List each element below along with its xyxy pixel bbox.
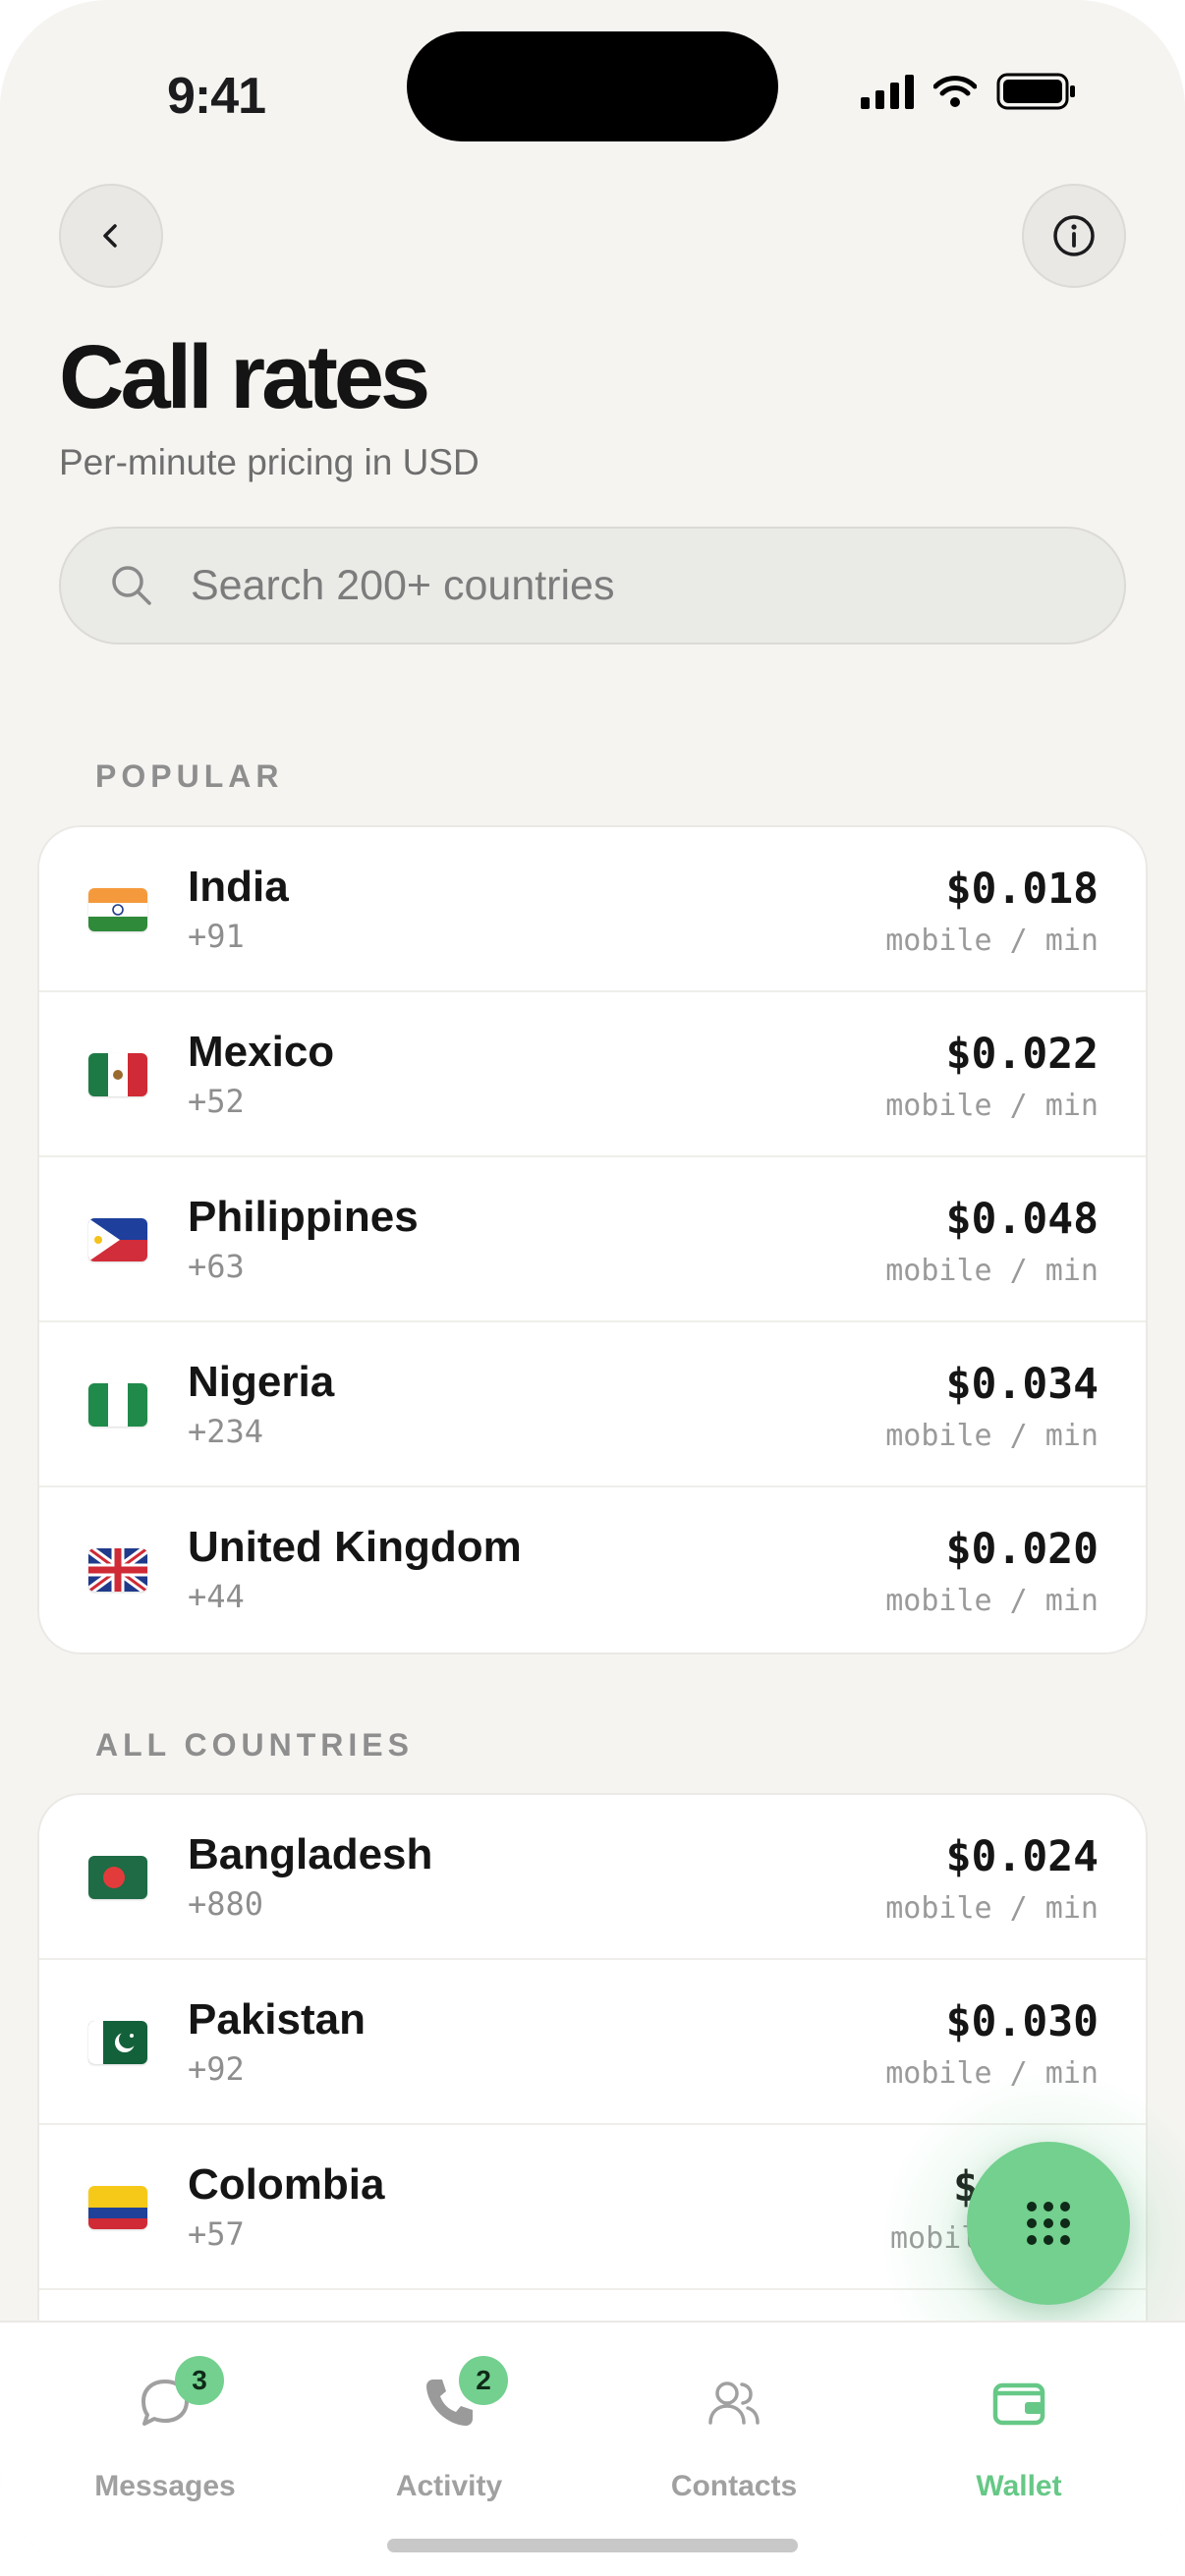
home-indicator <box>387 2539 798 2552</box>
country-row-mexico[interactable]: Mexico +52 $0.022 mobile / min <box>39 992 1146 1157</box>
status-time: 9:41 <box>167 68 266 125</box>
status-icons <box>861 73 1077 110</box>
back-button[interactable] <box>59 184 163 288</box>
tab-contacts[interactable]: Contacts <box>616 2323 852 2519</box>
country-name: Nigeria <box>188 1358 335 1406</box>
tab-wallet[interactable]: Wallet <box>901 2323 1137 2519</box>
wallet-icon <box>992 2382 1045 2426</box>
rate-unit: mobile / min <box>885 924 1099 958</box>
country-code: +91 <box>188 918 245 955</box>
phone-screen: 9:41 Call rates Per-minute pricing in US… <box>0 0 1185 2576</box>
rate-value: $0.018 <box>945 865 1099 914</box>
rate-unit: mobile / min <box>885 1089 1099 1123</box>
chevron-left-icon <box>103 224 117 248</box>
rate-value: $0.030 <box>945 1997 1099 2046</box>
country-name: Pakistan <box>188 1995 366 2044</box>
info-icon <box>1053 215 1095 256</box>
activity-badge: 2 <box>459 2356 508 2405</box>
rate-value: $0.020 <box>945 1525 1099 1574</box>
india-flag-icon <box>88 888 147 931</box>
country-row-india[interactable]: India +91 $0.018 mobile / min <box>39 827 1146 992</box>
tab-label: Contacts <box>670 2470 798 2502</box>
section-label-all-countries: ALL COUNTRIES <box>95 1727 414 1763</box>
philippines-flag-icon <box>88 1218 147 1261</box>
rate-unit: mobile / min <box>885 1419 1099 1453</box>
cellular-signal-icon <box>861 74 914 109</box>
messages-badge: 3 <box>175 2356 224 2405</box>
rate-unit: mobile / min <box>885 1254 1099 1288</box>
tab-bar: 3 Messages 2 Activity Contacts Wallet <box>0 2321 1185 2576</box>
country-row-nigeria[interactable]: Nigeria +234 $0.034 mobile / min <box>39 1322 1146 1487</box>
country-name: Colombia <box>188 2160 385 2209</box>
colombia-flag-icon <box>88 2186 147 2229</box>
country-name: Philippines <box>188 1193 419 1241</box>
rate-value: $0.022 <box>945 1030 1099 1079</box>
united-kingdom-flag-icon <box>88 1548 147 1592</box>
nigeria-flag-icon <box>88 1383 147 1427</box>
tab-activity[interactable]: 2 Activity <box>331 2323 567 2519</box>
info-button[interactable] <box>1022 184 1126 288</box>
tab-label: Messages <box>94 2470 236 2502</box>
page-subtitle: Per-minute pricing in USD <box>59 442 480 482</box>
wifi-icon <box>933 76 977 107</box>
tab-label: Wallet <box>976 2470 1062 2502</box>
keypad-icon <box>1027 2202 1070 2245</box>
rate-value: $0.048 <box>945 1195 1099 1244</box>
country-row-bangladesh[interactable]: Bangladesh +880 $0.024 mobile / min <box>39 1795 1146 1960</box>
country-name: Mexico <box>188 1028 335 1076</box>
section-label-popular: POPULAR <box>95 758 284 794</box>
rate-value: $0.024 <box>945 1832 1099 1881</box>
country-code: +63 <box>188 1248 245 1285</box>
battery-icon <box>996 73 1075 110</box>
search-icon <box>112 566 151 605</box>
page-title: Call rates <box>59 327 430 427</box>
bangladesh-flag-icon <box>88 1856 147 1899</box>
keypad-button[interactable] <box>967 2142 1130 2305</box>
popular-list: India +91 $0.018 mobile / min Mexico +52… <box>37 825 1148 1654</box>
search-placeholder: Search 200+ countries <box>191 561 615 609</box>
country-code: +44 <box>188 1578 245 1615</box>
pakistan-flag-icon <box>88 2021 147 2064</box>
country-code: +92 <box>188 2050 245 2088</box>
tab-messages[interactable]: 3 Messages <box>47 2323 283 2519</box>
country-code: +234 <box>188 1413 264 1450</box>
country-name: Bangladesh <box>188 1830 433 1878</box>
country-code: +880 <box>188 1885 264 1923</box>
country-row-united-kingdom[interactable]: United Kingdom +44 $0.020 mobile / min <box>39 1487 1146 1652</box>
rate-unit: mobile / min <box>885 1584 1099 1618</box>
contacts-icon <box>708 2381 760 2425</box>
country-name: United Kingdom <box>188 1523 522 1571</box>
country-row-philippines[interactable]: Philippines +63 $0.048 mobile / min <box>39 1157 1146 1322</box>
rate-unit: mobile / min <box>885 1891 1099 1926</box>
country-name: India <box>188 863 289 911</box>
rate-value: $0.034 <box>945 1360 1099 1409</box>
search-input[interactable]: Search 200+ countries <box>59 527 1126 644</box>
mexico-flag-icon <box>88 1053 147 1096</box>
dynamic-island <box>407 31 778 141</box>
tab-label: Activity <box>395 2470 503 2502</box>
country-code: +57 <box>188 2215 245 2253</box>
country-code: +52 <box>188 1083 245 1120</box>
